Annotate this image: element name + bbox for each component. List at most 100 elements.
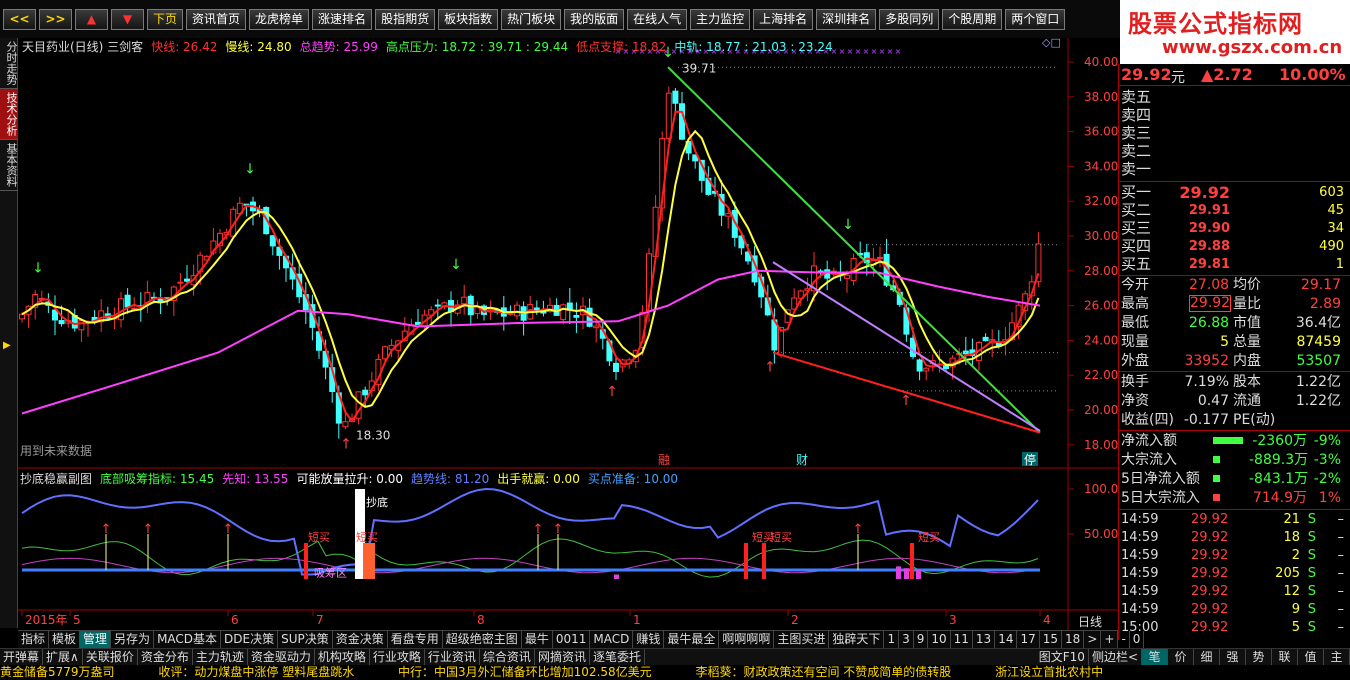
- tab-technical[interactable]: 技术分析: [0, 89, 18, 140]
- nav-prev-button[interactable]: <<: [3, 8, 36, 30]
- panel-tab[interactable]: 价: [1168, 649, 1194, 666]
- ticker-item[interactable]: 黄金储备5779万盎司: [0, 665, 115, 679]
- nav-button[interactable]: 资讯首页: [186, 8, 247, 30]
- function-tab[interactable]: 行业攻略: [370, 648, 425, 666]
- panel-tab[interactable]: 主: [1324, 649, 1350, 666]
- flow-label: 5日净流入额: [1121, 471, 1200, 487]
- indicator-tab[interactable]: 18: [1062, 631, 1085, 648]
- nav-down-button[interactable]: ▼: [111, 8, 144, 30]
- nav-button[interactable]: 我的版面: [564, 8, 625, 30]
- indicator-tab[interactable]: 资金决策: [333, 631, 388, 648]
- function-tab[interactable]: 开弹幕: [0, 648, 44, 666]
- indicator-tab[interactable]: 指标: [18, 631, 50, 648]
- indicator-tab[interactable]: 超级绝密主图: [443, 631, 522, 648]
- nav-button[interactable]: 深圳排名: [816, 8, 877, 30]
- function-tab[interactable]: 行业资讯: [425, 648, 480, 666]
- function-tab[interactable]: 机构攻略: [315, 648, 370, 666]
- sidebar-toggle-tab[interactable]: 侧边栏<: [1089, 649, 1142, 666]
- indicator-tab[interactable]: 14: [995, 631, 1018, 648]
- function-tab[interactable]: 资金驱动力: [248, 648, 315, 666]
- indicator-tab[interactable]: DDE决策: [221, 631, 279, 648]
- function-tab[interactable]: 资金分布: [138, 648, 193, 666]
- function-tab[interactable]: 综合资讯: [480, 648, 535, 666]
- nav-button[interactable]: 多股同列: [879, 8, 940, 30]
- zoom-out-button[interactable]: -: [1118, 631, 1130, 648]
- short-buy-bar: [910, 543, 914, 579]
- nav-button[interactable]: 上海排名: [753, 8, 814, 30]
- ticker-item[interactable]: 浙江设立首批农村中: [995, 665, 1103, 679]
- function-tab[interactable]: 扩展∧: [43, 648, 83, 666]
- indicator-tab[interactable]: 13: [973, 631, 996, 648]
- tick-mark: –: [1337, 584, 1345, 599]
- nav-button[interactable]: 龙虎榜单: [249, 8, 310, 30]
- sell-row: 卖三: [1121, 125, 1348, 142]
- panel-tab[interactable]: 值: [1298, 649, 1324, 666]
- indicator-tab[interactable]: 模板: [49, 631, 81, 648]
- brand-banner[interactable]: 股票公式指标网 www.gszx.com.cn: [1120, 0, 1350, 64]
- indicator-tab[interactable]: 啊啊啊啊: [719, 631, 775, 648]
- function-tab[interactable]: 主力轨迹: [193, 648, 248, 666]
- ticker-item[interactable]: 中行：中国3月外汇储备环比增加102.58亿美元: [398, 665, 652, 679]
- indicator-tab[interactable]: MACD: [590, 631, 634, 648]
- panel-tab[interactable]: 联: [1272, 649, 1298, 666]
- nav-button[interactable]: 在线人气: [627, 8, 688, 30]
- indicator-tab[interactable]: 最牛: [522, 631, 553, 648]
- nav-button[interactable]: 板块指数: [438, 8, 499, 30]
- indicator-tab[interactable]: 17: [1017, 631, 1040, 648]
- nav-next-button[interactable]: >>: [39, 8, 72, 30]
- nav-button[interactable]: 涨速排名: [312, 8, 373, 30]
- ticker-item[interactable]: 收评：动力煤盘中涨停 塑料尾盘跳水: [158, 665, 354, 679]
- chart-options-icon[interactable]: ◇□: [1042, 36, 1061, 49]
- panel-tab[interactable]: 势: [1246, 649, 1272, 666]
- main-chart-legend: 天目药业(日线) 三剑客 快线: 26.42 慢线: 24.80 总趋势: 25…: [22, 38, 1062, 54]
- f10-tab[interactable]: 图文F10: [1036, 649, 1089, 666]
- nav-button[interactable]: 主力监控: [690, 8, 751, 30]
- news-ticker[interactable]: 黄金储备5779万盎司 收评：动力煤盘中涨停 塑料尾盘跳水 中行：中国3月外汇储…: [0, 665, 1350, 680]
- indicator-tab[interactable]: 0011: [553, 631, 591, 648]
- indicator-tab[interactable]: 11: [951, 631, 973, 648]
- indicator-tab[interactable]: 15: [1040, 631, 1063, 648]
- function-tab[interactable]: 网摘资讯: [535, 648, 590, 666]
- panel-tab[interactable]: 强: [1220, 649, 1246, 666]
- ticker-item[interactable]: 李稻葵：财政政策还有空间 不赞成简单的债转股: [695, 665, 951, 679]
- indicator-tab[interactable]: 9: [914, 631, 929, 648]
- collapse-handle-icon[interactable]: ▶: [3, 340, 11, 351]
- nav-up-button[interactable]: ▲: [75, 8, 108, 30]
- candle-body: [184, 278, 190, 282]
- price-axis-label: 18.00: [1084, 438, 1118, 452]
- kline-chart-area[interactable]: ↑ ↑ ↑ ↑ ↑ ↑短买 短买抄底短买短买 短买吸筹区 40.0038.0036.0034.…: [18, 38, 1118, 630]
- indicator-tab[interactable]: SUP决策: [278, 631, 333, 648]
- tab-fundamentals[interactable]: 基本资料: [0, 140, 18, 191]
- nav-button[interactable]: 股指期货: [375, 8, 436, 30]
- zoom-reset-button[interactable]: 0: [1130, 631, 1145, 648]
- brand-title: 股票公式指标网: [1128, 9, 1303, 38]
- scroll-right-button[interactable]: >: [1084, 631, 1102, 648]
- indicator-tab[interactable]: 赚钱: [633, 631, 665, 648]
- nav-button[interactable]: 热门板块: [501, 8, 562, 30]
- stat-value: 33952: [1184, 353, 1229, 369]
- indicator-tab[interactable]: 另存为: [111, 631, 155, 648]
- next-page-button[interactable]: 下页: [147, 8, 184, 30]
- function-tab[interactable]: 逐笔委托: [590, 648, 645, 666]
- indicator-tab[interactable]: 主图买进: [774, 631, 830, 648]
- indicator-tab[interactable]: 管理: [80, 631, 112, 648]
- zoom-in-button[interactable]: +: [1101, 631, 1119, 648]
- panel-tab[interactable]: 笔: [1142, 649, 1168, 666]
- indicator-tab[interactable]: 10: [928, 631, 951, 648]
- tab-intraday[interactable]: 分时走势: [0, 38, 18, 89]
- nav-button[interactable]: 个股周期: [942, 8, 1003, 30]
- function-tab[interactable]: 关联报价: [83, 648, 138, 666]
- indicator-tab[interactable]: 最牛最全: [664, 631, 720, 648]
- date-axis-label: 2015年: [25, 613, 68, 627]
- panel-tab[interactable]: 细: [1194, 649, 1220, 666]
- stat-value: 87459: [1296, 334, 1341, 350]
- buy-label: 买二: [1121, 201, 1152, 219]
- indicator-tab[interactable]: 3: [899, 631, 914, 648]
- indicator-tab[interactable]: 看盘专用: [388, 631, 443, 648]
- nav-button[interactable]: 两个窗口: [1005, 8, 1066, 30]
- signal-label: 短买: [770, 530, 792, 544]
- signal-label: 短买: [918, 530, 940, 544]
- indicator-tab[interactable]: MACD基本: [154, 631, 222, 648]
- indicator-tab[interactable]: 1: [884, 631, 900, 648]
- indicator-tab[interactable]: 独辟天下: [829, 631, 885, 648]
